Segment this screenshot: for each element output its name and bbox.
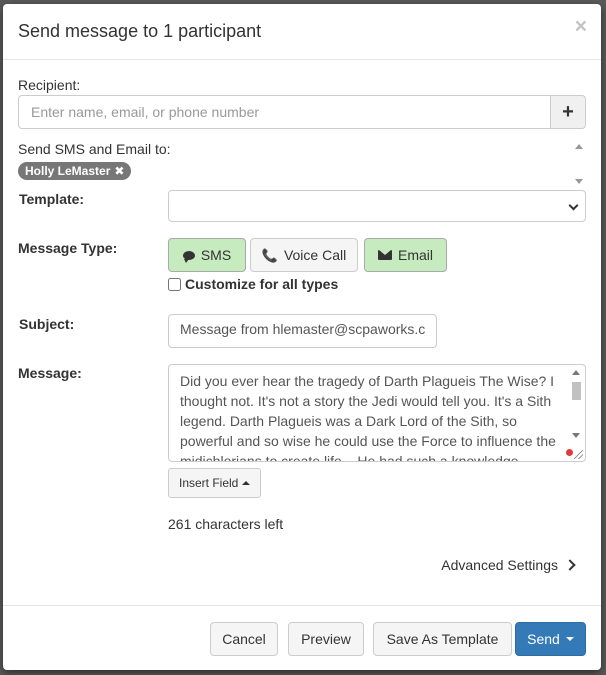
- envelope-icon: [377, 250, 392, 260]
- send-label: Send: [527, 631, 560, 647]
- scroll-down-icon[interactable]: [575, 179, 583, 184]
- scroll-down-icon[interactable]: [572, 433, 580, 438]
- advanced-settings-link[interactable]: Advanced Settings: [441, 557, 576, 573]
- message-label: Message:: [18, 365, 82, 381]
- participant-name: Holly LeMaster: [25, 164, 111, 178]
- customize-checkbox[interactable]: [168, 277, 181, 291]
- resize-grip-icon[interactable]: [574, 450, 583, 459]
- caret-down-icon: [565, 637, 574, 641]
- phone-icon: 📞: [261, 247, 278, 263]
- advanced-settings-label: Advanced Settings: [441, 557, 558, 573]
- send-button[interactable]: Send: [515, 622, 586, 656]
- caret-up-icon: [242, 481, 251, 485]
- message-text: Did you ever hear the tragedy of Darth P…: [180, 373, 556, 462]
- subject-label: Subject:: [19, 316, 75, 332]
- send-to-label: Send SMS and Email to:: [18, 141, 171, 157]
- recipient-input-group: +: [18, 95, 586, 129]
- participant-tag: Holly LeMaster ✖: [18, 162, 132, 180]
- insert-field-button[interactable]: Insert Field: [168, 468, 262, 498]
- scroll-up-icon[interactable]: [572, 370, 580, 375]
- voice-call-toggle-button[interactable]: 📞 Voice Call: [250, 238, 358, 272]
- chevron-down-icon: [568, 200, 579, 211]
- sms-label: SMS: [200, 247, 232, 263]
- spellcheck-indicator-icon: [566, 449, 573, 456]
- insert-field-label: Insert Field: [179, 476, 239, 490]
- send-to-scrollbar[interactable]: [572, 140, 586, 188]
- recipient-input[interactable]: [18, 95, 550, 129]
- message-textarea[interactable]: Did you ever hear the tragedy of Darth P…: [168, 364, 586, 462]
- customize-checkbox-row[interactable]: Customize for all types: [168, 276, 338, 292]
- add-recipient-button[interactable]: +: [550, 95, 586, 129]
- chevron-right-icon: [564, 559, 576, 571]
- message-scrollbar[interactable]: [569, 366, 584, 440]
- scroll-thumb[interactable]: [572, 382, 581, 400]
- message-type-label: Message Type:: [18, 240, 118, 256]
- dialog-footer: Cancel Preview Save As Template Send: [3, 605, 601, 670]
- dialog-header: Send message to 1 participant ×: [3, 4, 601, 60]
- characters-left-counter: 261 characters left: [168, 516, 284, 532]
- subject-input[interactable]: Message from hlemaster@scpaworks.c: [168, 314, 437, 348]
- template-label: Template:: [19, 191, 85, 207]
- send-message-dialog: Send message to 1 participant × Recipien…: [3, 4, 601, 670]
- remove-participant-icon[interactable]: ✖: [114, 164, 124, 178]
- email-label: Email: [397, 247, 433, 263]
- sms-toggle-button[interactable]: SMS: [168, 238, 246, 272]
- customize-label: Customize for all types: [185, 276, 339, 292]
- speech-bubble-icon: [182, 250, 195, 263]
- cancel-button[interactable]: Cancel: [210, 622, 278, 656]
- scroll-up-icon[interactable]: [575, 144, 583, 149]
- voice-call-label: Voice Call: [283, 247, 347, 263]
- preview-button[interactable]: Preview: [288, 622, 364, 656]
- close-icon[interactable]: ×: [575, 16, 587, 37]
- dialog-title: Send message to 1 participant: [18, 21, 262, 41]
- save-as-template-button[interactable]: Save As Template: [373, 622, 512, 656]
- template-select[interactable]: [168, 190, 586, 222]
- email-toggle-button[interactable]: Email: [364, 238, 447, 272]
- recipient-label: Recipient:: [18, 77, 81, 93]
